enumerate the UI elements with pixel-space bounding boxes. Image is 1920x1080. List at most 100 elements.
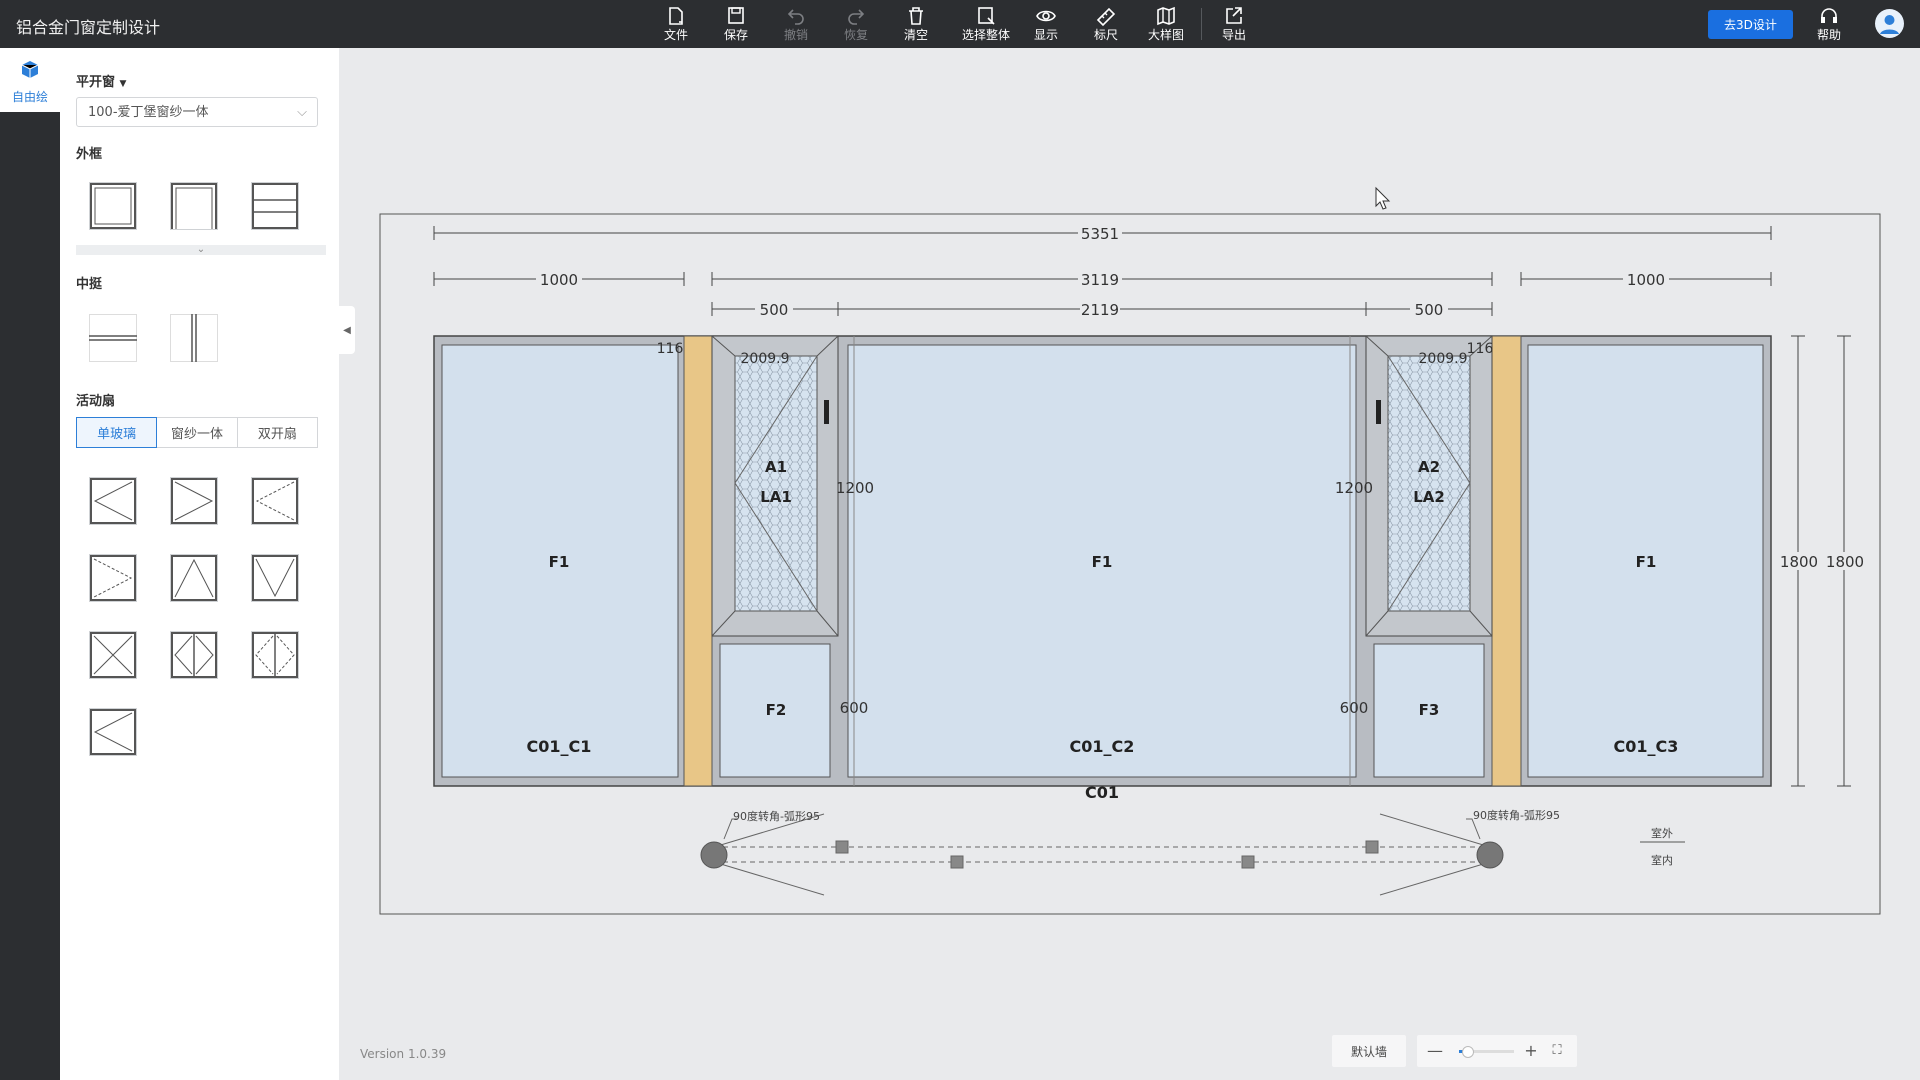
clear-label: 清空: [903, 28, 928, 42]
plan-outside: 室外: [1651, 826, 1673, 840]
sash-left-icon: [90, 478, 136, 524]
left-rail: 自由绘: [0, 48, 60, 1080]
plan-view: [700, 813, 1685, 896]
sash-left-hinge-alt-tile[interactable]: [89, 708, 137, 756]
pane-label-p2: F1: [1092, 553, 1113, 571]
category-dropdown[interactable]: 平开窗 ▼: [76, 71, 126, 90]
sash-right-dashed-icon: [90, 555, 136, 601]
frame-transom-icon: [252, 183, 298, 229]
headset-icon: [1821, 8, 1837, 23]
sash-double-dashed-tile[interactable]: [251, 631, 299, 679]
select-all-button[interactable]: 选择整体: [958, 3, 1014, 47]
chevron-down-icon: ⌵: [297, 105, 307, 120]
clear-button[interactable]: 清空: [888, 3, 944, 47]
series-select[interactable]: 100-爱丁堡窗纱一体 ⌵: [76, 97, 318, 127]
top-toolbar: 铝合金门窗定制设计 文件 保存 撤销 恢复 清空 选择整体 显示 标尺 大样图 …: [0, 0, 1920, 48]
file-button[interactable]: 文件: [648, 3, 704, 47]
redo-label: 恢复: [843, 28, 868, 42]
rail-item-label: 自由绘: [11, 90, 48, 104]
dim-116-left: 116: [657, 341, 684, 357]
design-canvas[interactable]: 5351 1000 3119 1000 500 2119 500 1800 18…: [340, 48, 1920, 1080]
dim-total: 5351: [1081, 225, 1119, 243]
wall-select[interactable]: 默认墙: [1332, 1035, 1406, 1067]
sash-bottom-hinge-tile[interactable]: [251, 554, 299, 602]
handle-left: [824, 400, 829, 424]
map-icon: [1157, 6, 1175, 26]
tab-screen-integrated[interactable]: 窗纱一体: [157, 417, 238, 448]
zoom-control: — + ⛶: [1417, 1035, 1577, 1067]
category-label: 平开窗: [76, 75, 116, 90]
sash-tilt-turn-tile[interactable]: [89, 631, 137, 679]
sash-top-icon: [171, 555, 217, 601]
pane-label-f2: F2: [766, 701, 787, 719]
plan-corner-right: 90度转角-弧形95: [1473, 808, 1560, 822]
help-label: 帮助: [1816, 28, 1841, 42]
ruler-button[interactable]: 标尺: [1078, 3, 1134, 47]
sash-left-hinge-tile[interactable]: [89, 477, 137, 525]
expand-frames-button[interactable]: ⌄: [76, 245, 326, 255]
sash-title: 活动扇: [76, 394, 116, 409]
frame-open-bottom-icon: [171, 183, 217, 229]
display-label: 显示: [1033, 28, 1058, 42]
zoom-slider[interactable]: [1459, 1046, 1514, 1058]
file-label: 文件: [663, 28, 688, 42]
mullion-right: [1491, 335, 1522, 787]
sash-left-dashed-tile[interactable]: [251, 477, 299, 525]
undo-icon: [787, 9, 804, 25]
display-button[interactable]: 显示: [1018, 3, 1074, 47]
horizontal-mullion-icon: [89, 314, 137, 362]
undo-button[interactable]: 撤销: [768, 3, 824, 47]
frame-full-tile[interactable]: [89, 182, 137, 230]
export-button[interactable]: 导出: [1206, 3, 1262, 47]
dim-height-inner: 1800: [1780, 553, 1818, 571]
avatar[interactable]: [1875, 9, 1904, 38]
sash-double-dashed-icon: [252, 632, 298, 678]
wall-select-value: 默认墙: [1350, 1044, 1387, 1059]
frame-full-icon: [90, 183, 136, 229]
detail-drawing-label: 大样图: [1147, 28, 1184, 42]
dim-1200-right: 1200: [1335, 479, 1373, 497]
help-button[interactable]: 帮助: [1801, 3, 1857, 47]
dim-middle: 3119: [1081, 271, 1119, 289]
toolbar-divider: [1201, 8, 1202, 40]
dim-116-right: 116: [1467, 341, 1494, 357]
fit-screen-button[interactable]: ⛶: [1547, 1041, 1567, 1061]
redo-button[interactable]: 恢复: [828, 3, 884, 47]
dim-sub-right: 500: [1415, 301, 1444, 319]
frame-open-bottom-tile[interactable]: [170, 182, 218, 230]
go-3d-button[interactable]: 去3D设计: [1708, 10, 1793, 39]
dim-sub-middle: 2119: [1081, 301, 1119, 319]
dim-1200-left: 1200: [836, 479, 874, 497]
pane-label-p3: F1: [1636, 553, 1657, 571]
sash-left-screen: [734, 355, 818, 612]
chevron-down-icon: ⌄: [196, 244, 206, 255]
detail-drawing-button[interactable]: 大样图: [1138, 3, 1194, 47]
dim-2009-left: 2009.9: [741, 351, 790, 367]
frame-transom-tile[interactable]: [251, 182, 299, 230]
save-button[interactable]: 保存: [708, 3, 764, 47]
window-name: C01: [1085, 783, 1119, 802]
sash-tilt-turn-icon: [90, 632, 136, 678]
tab-single-glass[interactable]: 单玻璃: [76, 417, 158, 448]
sash-label-a1: A1: [765, 458, 787, 476]
sash-right-dashed-tile[interactable]: [89, 554, 137, 602]
rail-item-free-draw[interactable]: 自由绘: [0, 48, 60, 112]
save-icon: [728, 7, 744, 24]
tab-double-sash[interactable]: 双开扇: [237, 417, 318, 448]
zoom-slider-handle[interactable]: [1462, 1046, 1475, 1058]
sash-right-hinge-tile[interactable]: [170, 477, 218, 525]
mouse-cursor: [1375, 186, 1391, 210]
trash-icon: [909, 7, 923, 25]
zoom-in-button[interactable]: +: [1521, 1041, 1541, 1061]
file-icon: [669, 7, 683, 25]
pane-label-f3: F3: [1419, 701, 1440, 719]
sash-double-icon: [171, 632, 217, 678]
outer-frame-title: 外框: [76, 147, 103, 162]
mullion-vertical-tile[interactable]: [170, 314, 218, 362]
sash-double-tile[interactable]: [170, 631, 218, 679]
caret-down-icon: ▼: [119, 79, 127, 89]
sash-top-hinge-tile[interactable]: [170, 554, 218, 602]
mullion-horizontal-tile[interactable]: [89, 314, 137, 362]
plan-corner-left: 90度转角-弧形95: [733, 809, 820, 823]
zoom-out-button[interactable]: —: [1425, 1041, 1445, 1061]
